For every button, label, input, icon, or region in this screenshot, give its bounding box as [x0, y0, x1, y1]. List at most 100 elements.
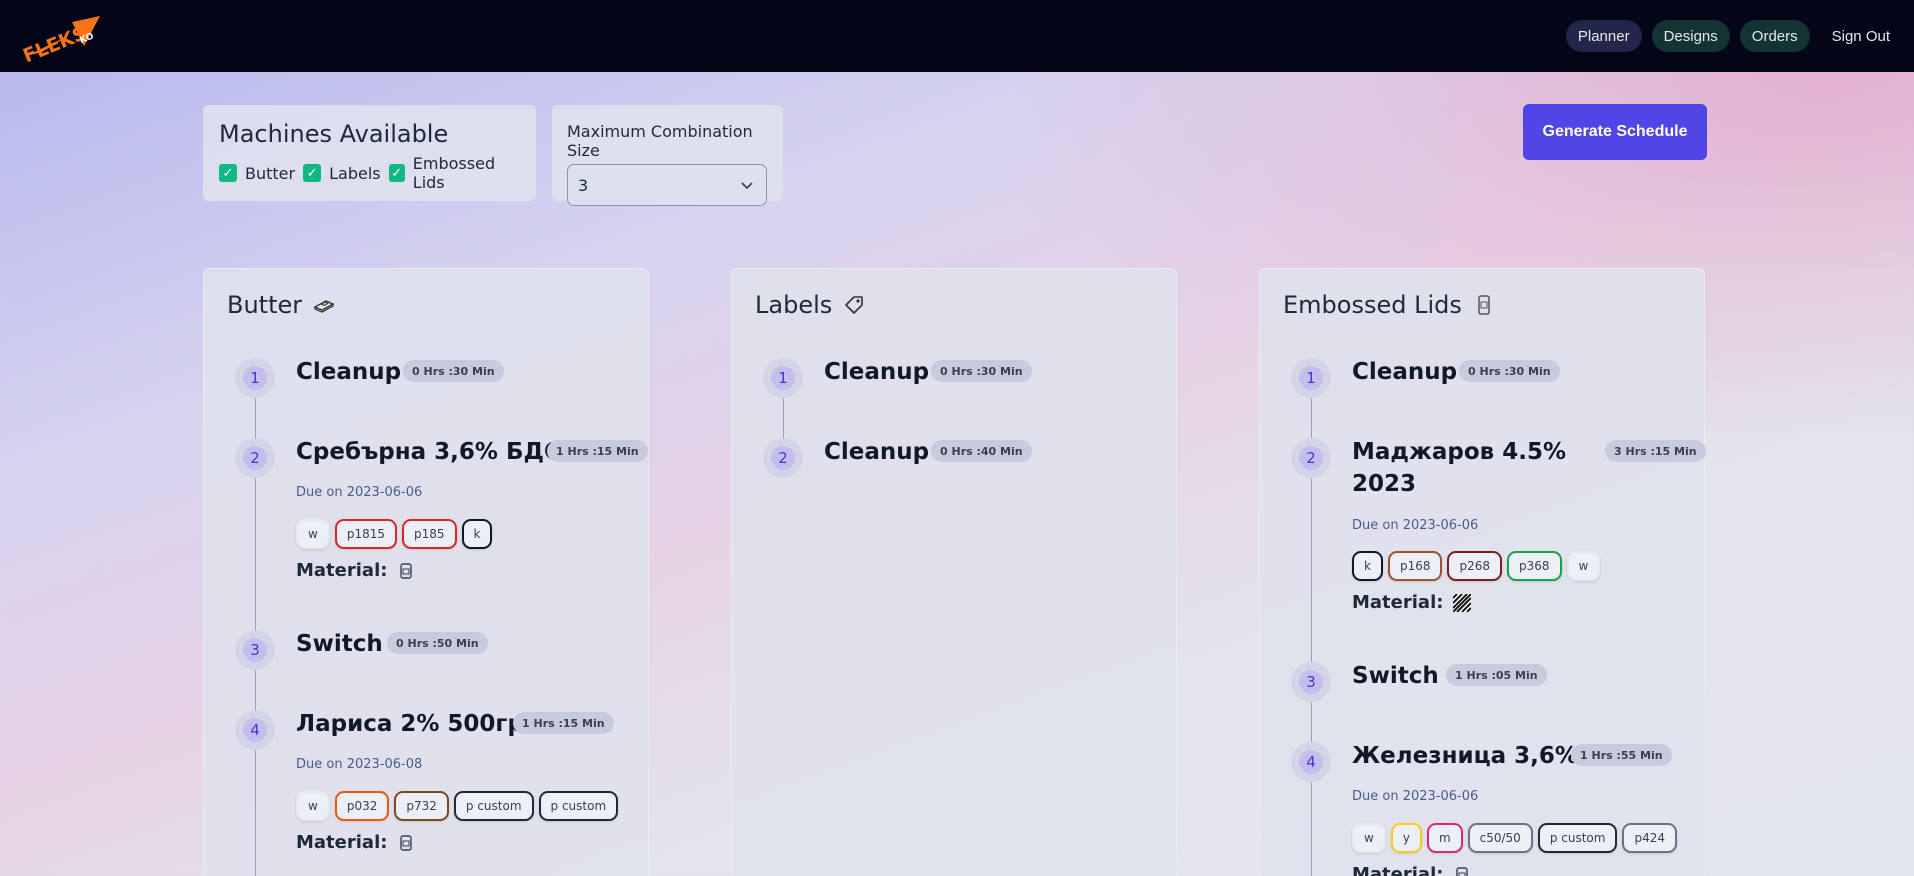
material-label: Material: [1352, 592, 1444, 613]
material-row: Material: [1352, 864, 1471, 876]
color-tag: c50/50 [1467, 823, 1533, 853]
color-tag: w [1566, 551, 1601, 581]
machine-column-labels: Labels 1 Cleanup 0 Hrs :30 Min 2 Cleanup… [731, 268, 1177, 876]
checkbox-checked-icon[interactable]: ✓ [388, 164, 405, 182]
step-title: Switch [296, 631, 383, 657]
column-title: Labels [755, 291, 866, 319]
material-row: Material: [1352, 592, 1472, 613]
lid-icon [1478, 295, 1490, 315]
duration-badge: 0 Hrs :30 Min [931, 360, 1032, 382]
step-title: Cleanup [296, 359, 402, 385]
logo[interactable]: FLEKS KO [12, 6, 102, 67]
duration-badge: 0 Hrs :50 Min [387, 632, 488, 654]
color-tag: p custom [453, 791, 534, 821]
step-title: Маджаров 4.5% 2023 [1352, 436, 1566, 500]
color-tag: w [1352, 823, 1386, 853]
cup-icon [400, 562, 413, 579]
machine-column-embossed-lids: Embossed Lids 1 Cleanup 0 Hrs :30 Min 2 … [1259, 268, 1706, 876]
step-title: Switch [1352, 663, 1439, 689]
material-row: Material: [296, 832, 415, 853]
nav-orders-link[interactable]: Orders [1739, 20, 1810, 52]
machine-option-butter[interactable]: ✓ Butter [219, 164, 295, 183]
machine-option-labels[interactable]: ✓ Labels [303, 164, 381, 183]
machine-option-embossed-lids[interactable]: ✓ Embossed Lids [388, 154, 520, 192]
cup-icon [1456, 866, 1469, 876]
material-label: Material: [296, 560, 388, 581]
color-tag: p732 [394, 791, 449, 821]
step-number: 2 [1291, 438, 1331, 478]
color-tag: w [296, 791, 330, 821]
duration-badge: 0 Hrs :40 Min [931, 440, 1032, 462]
due-date: Due on 2023-06-06 [1352, 518, 1479, 533]
color-tag: p168 [1387, 551, 1443, 581]
due-date: Due on 2023-06-08 [296, 757, 423, 772]
step-title-line: Маджаров 4.5% [1352, 439, 1567, 465]
nav-designs-link[interactable]: Designs [1651, 20, 1730, 52]
step-number: 2 [235, 438, 275, 478]
step-title-line: 2023 [1352, 471, 1417, 497]
step-number: 3 [235, 630, 275, 670]
machines-panel: Machines Available ✓ Butter ✓ Labels ✓ E… [203, 105, 536, 201]
color-tag: y [1390, 823, 1422, 853]
step-number: 4 [235, 710, 275, 750]
step-title: Cleanup [1352, 359, 1458, 385]
checkbox-checked-icon[interactable]: ✓ [303, 164, 322, 182]
color-tags: k p168 p268 p368 w [1352, 551, 1601, 581]
duration-badge: 1 Hrs :55 Min [1571, 744, 1672, 766]
tag-icon [845, 296, 864, 314]
step-number: 2 [763, 438, 803, 478]
color-tag: p032 [334, 791, 390, 821]
machine-column-butter: Butter 1 Cleanup 0 Hrs :30 Min 2 Сребърн… [203, 268, 649, 876]
combination-size-select[interactable]: 3 [567, 164, 767, 206]
color-tag: p424 [1622, 823, 1677, 853]
material-label: Material: [1352, 864, 1444, 876]
color-tag: p368 [1507, 551, 1562, 581]
color-tag: p185 [401, 519, 457, 549]
butter-icon [313, 300, 335, 313]
combination-size-label: Maximum Combination Size [567, 122, 753, 160]
column-title-text: Butter [227, 291, 303, 319]
step-number: 1 [1291, 358, 1331, 398]
nav-planner-link[interactable]: Planner [1565, 20, 1642, 52]
color-tag: p1815 [334, 519, 397, 549]
combination-size-value: 3 [578, 175, 589, 195]
step-number: 1 [763, 358, 803, 398]
column-title-text: Embossed Lids [1283, 291, 1462, 319]
step-number: 1 [235, 358, 275, 398]
step-number: 3 [1291, 662, 1331, 702]
due-date: Due on 2023-06-06 [1352, 789, 1479, 804]
generate-schedule-button[interactable]: Generate Schedule [1523, 104, 1707, 160]
column-title: Embossed Lids [1283, 291, 1496, 319]
due-date: Due on 2023-06-06 [296, 485, 423, 500]
duration-badge: 1 Hrs :05 Min [1446, 664, 1547, 686]
column-title-text: Labels [755, 291, 833, 319]
machines-title: Machines Available [219, 120, 449, 148]
cup-icon [400, 834, 413, 851]
duration-badge: 1 Hrs :15 Min [547, 440, 648, 462]
machine-option-label: Embossed Lids [412, 154, 496, 192]
machine-option-label: Labels [329, 163, 381, 183]
step-title: Cleanup [824, 359, 930, 385]
machine-option-label: Butter [245, 163, 296, 183]
duration-badge: 0 Hrs :30 Min [403, 360, 504, 382]
navbar: FLEKS KO Planner Designs Orders Sign Out [0, 0, 1914, 72]
material-label: Material: [296, 832, 388, 853]
color-tags: w p032 p732 p custom p custom [296, 791, 619, 821]
color-tag: p268 [1447, 551, 1503, 581]
color-tag: p custom [538, 791, 619, 821]
material-row: Material: [296, 560, 415, 581]
machine-checkboxes: ✓ Butter ✓ Labels ✓ Embossed Lids [219, 154, 520, 192]
color-tag: p custom [1537, 823, 1618, 853]
step-title: Cleanup [824, 439, 930, 465]
striped-icon [1453, 593, 1472, 612]
step-number: 4 [1291, 742, 1331, 782]
combination-size-panel: Maximum Combination Size 3 [552, 105, 783, 206]
color-tag: k [1352, 551, 1383, 581]
column-title: Butter [227, 291, 336, 319]
sign-out-link[interactable]: Sign Out [1820, 20, 1902, 52]
step-title: Лариса 2% 500гр [296, 711, 524, 737]
color-tag: w [296, 519, 330, 549]
step-title: Сребърна 3,6% БДС [296, 439, 561, 465]
duration-badge: 0 Hrs :30 Min [1459, 360, 1560, 382]
checkbox-checked-icon[interactable]: ✓ [219, 164, 237, 182]
